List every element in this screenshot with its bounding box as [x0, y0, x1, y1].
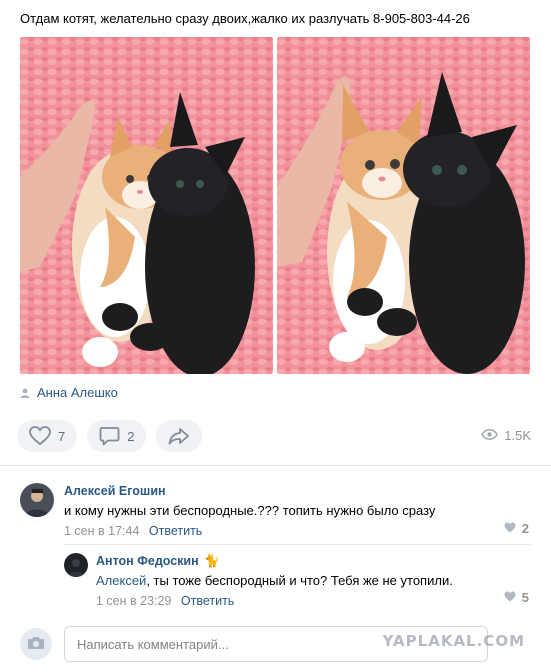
mention-link[interactable]: Алексей [96, 573, 146, 588]
heart-icon [504, 521, 516, 536]
share-icon [168, 427, 190, 445]
eye-icon [481, 428, 499, 443]
comment: Алексей Егошин и кому нужны эти беспород… [20, 483, 435, 539]
comment-body: Антон Федоскин 🐈 Алексей, ты тоже беспор… [96, 553, 453, 609]
comment-author[interactable]: Антон Федоскин 🐈 [96, 553, 453, 569]
comment-reply: Антон Федоскин 🐈 Алексей, ты тоже беспор… [64, 553, 453, 609]
heart-icon [504, 590, 516, 605]
heart-icon [29, 426, 51, 446]
like-count: 7 [58, 428, 66, 444]
user-icon [20, 388, 30, 398]
avatar[interactable] [20, 483, 54, 517]
comment-date[interactable]: 1 сен в 23:29 [96, 594, 171, 608]
comments-divider [0, 465, 551, 466]
post-actions: 7 2 [17, 420, 203, 452]
camera-icon [27, 636, 45, 653]
like-button[interactable]: 7 [17, 420, 78, 452]
post-author[interactable]: Анна Алешко [20, 385, 118, 400]
post-photo-1[interactable] [20, 37, 273, 374]
comment-meta: 1 сен в 17:44 Ответить [64, 523, 435, 539]
share-button[interactable] [156, 420, 203, 452]
comment-author-name[interactable]: Антон Федоскин [96, 554, 199, 568]
views-count: 1.5K [504, 428, 531, 443]
post-text: Отдам котят, желательно сразу двоих,жалк… [20, 11, 470, 26]
comment-text: и кому нужны эти беспородные.??? топить … [64, 503, 436, 518]
views-counter: 1.5K [481, 428, 531, 443]
comment-author[interactable]: Алексей Егошин [64, 483, 435, 499]
comment-button[interactable]: 2 [87, 420, 147, 452]
cat-icon: 🐈 [204, 554, 220, 568]
comment-like[interactable]: 5 [504, 590, 529, 605]
comment-like[interactable]: 2 [504, 521, 529, 536]
comment-icon [99, 426, 120, 446]
comment-count: 2 [127, 428, 135, 444]
post-author-name[interactable]: Анна Алешко [37, 385, 118, 400]
avatar[interactable] [64, 553, 88, 577]
comment-meta: 1 сен в 23:29 Ответить [96, 593, 453, 609]
reply-button[interactable]: Ответить [181, 594, 234, 608]
post-photo-2[interactable] [277, 37, 530, 374]
watermark: YAPLAKAL.COM [382, 632, 525, 650]
comment-like-count: 2 [521, 521, 529, 536]
comment-text-body: , ты тоже беспородный и что? Тебя же не … [146, 573, 453, 588]
camera-button[interactable] [20, 628, 52, 660]
reply-button[interactable]: Ответить [149, 524, 202, 538]
comment-date[interactable]: 1 сен в 17:44 [64, 524, 139, 538]
comment-like-count: 5 [521, 590, 529, 605]
reply-divider [64, 544, 531, 545]
comment-text: Алексей, ты тоже беспородный и что? Тебя… [96, 572, 453, 590]
comment-body: Алексей Егошин и кому нужны эти беспород… [64, 483, 435, 539]
